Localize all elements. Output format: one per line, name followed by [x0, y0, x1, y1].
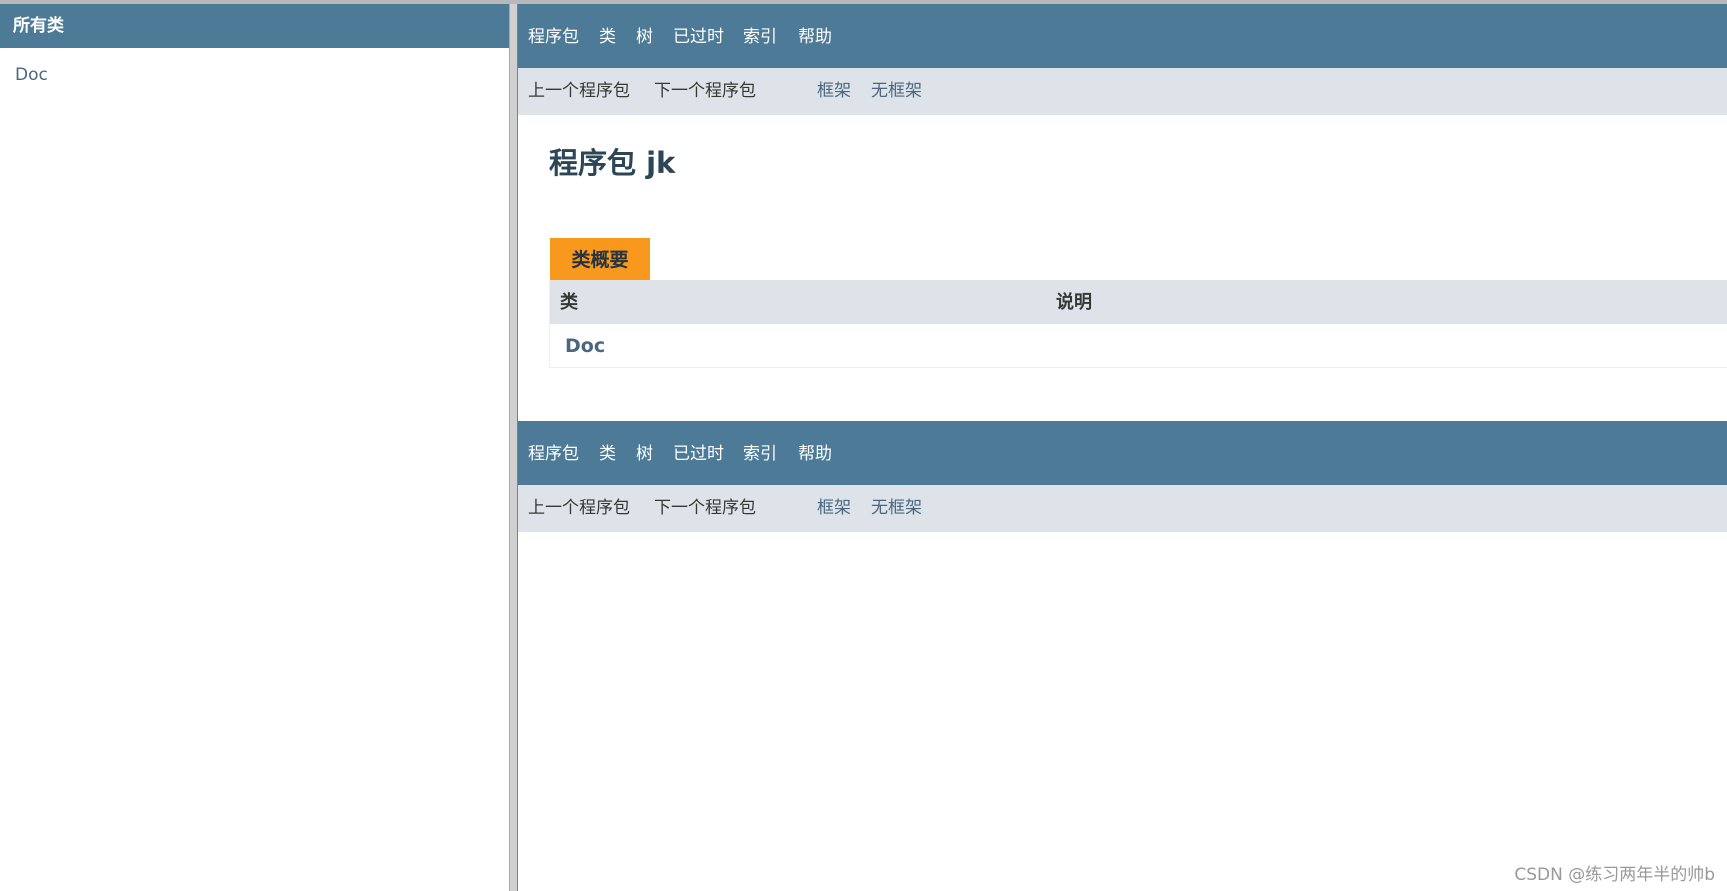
bottom-nav-tree[interactable]: 树	[636, 421, 653, 485]
all-classes-frame: 所有类 Doc	[0, 4, 509, 891]
all-classes-header: 所有类	[0, 4, 509, 48]
next-package-text: 下一个程序包	[654, 81, 756, 101]
bottom-nav-deprecated[interactable]: 已过时	[673, 421, 724, 485]
page-title: 程序包 jk	[549, 146, 676, 180]
nav-deprecated[interactable]: 已过时	[673, 4, 724, 68]
bottom-nav-package[interactable]: 程序包	[528, 421, 579, 485]
bottom-nav-index[interactable]: 索引	[743, 421, 777, 485]
frame-splitter[interactable]	[509, 4, 518, 891]
class-summary-table: 类 说明 Doc	[549, 280, 1727, 368]
bottom-next-package-text: 下一个程序包	[654, 498, 756, 518]
bottom-nav-bar: 程序包 类 树 已过时 索引 帮助	[518, 421, 1727, 485]
bottom-nav-class[interactable]: 类	[599, 421, 616, 485]
column-header-class: 类	[560, 292, 578, 313]
bottom-nav-help[interactable]: 帮助	[798, 421, 832, 485]
table-row: Doc	[550, 324, 1727, 367]
bottom-frames-link[interactable]: 框架	[817, 485, 851, 532]
bottom-sub-nav-bar: 上一个程序包 下一个程序包 框架 无框架	[518, 485, 1727, 532]
table-header-row: 类 说明	[550, 280, 1727, 324]
class-link-doc[interactable]: Doc	[15, 65, 509, 85]
nav-class[interactable]: 类	[599, 4, 616, 68]
nav-help[interactable]: 帮助	[798, 4, 832, 68]
no-frames-link[interactable]: 无框架	[871, 68, 922, 115]
nav-tree[interactable]: 树	[636, 4, 653, 68]
top-nav-bar: 程序包 类 树 已过时 索引 帮助	[518, 4, 1727, 68]
class-list: Doc	[0, 48, 509, 85]
bottom-prev-package-text: 上一个程序包	[528, 498, 630, 518]
csdn-watermark: CSDN @练习两年半的帅b	[1514, 865, 1715, 885]
class-link-doc-summary[interactable]: Doc	[565, 324, 605, 367]
class-summary-tab: 类概要	[550, 238, 650, 280]
nav-package[interactable]: 程序包	[528, 4, 579, 68]
frames-link[interactable]: 框架	[817, 68, 851, 115]
prev-package-text: 上一个程序包	[528, 81, 630, 101]
nav-index[interactable]: 索引	[743, 4, 777, 68]
bottom-no-frames-link[interactable]: 无框架	[871, 485, 922, 532]
column-header-description: 说明	[1056, 292, 1092, 313]
package-content-frame: 程序包 类 树 已过时 索引 帮助 上一个程序包 下一个程序包 框架 无框架 程…	[518, 4, 1727, 891]
sub-nav-bar: 上一个程序包 下一个程序包 框架 无框架	[518, 68, 1727, 115]
